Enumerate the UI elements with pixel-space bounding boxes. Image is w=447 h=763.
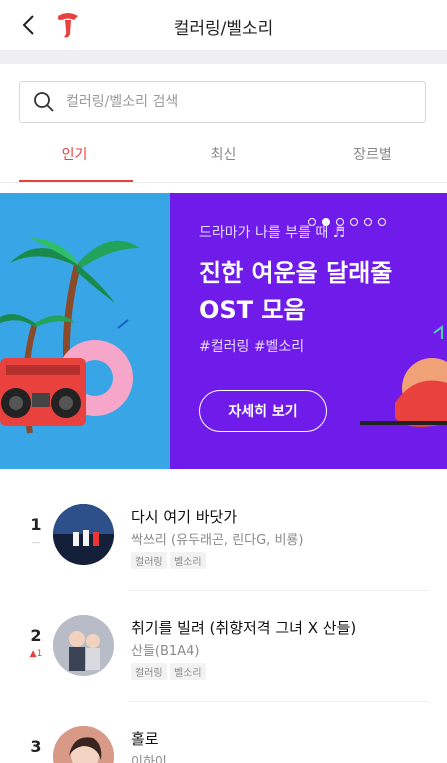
song-artist: 산들(B1A4) <box>131 644 200 659</box>
list-item[interactable]: 1 — 다시 여기 바닷가 싹쓰리 (유두래곤, 린다G, 비룡) 컬러링 벨소… <box>0 480 447 591</box>
banner-headline-line2: OST 모음 <box>199 296 306 324</box>
tag-ringtone[interactable]: 벨소리 <box>170 663 206 680</box>
section-gap <box>0 50 447 64</box>
album-thumbnail[interactable] <box>53 615 114 676</box>
rank-number: 1 <box>30 515 42 534</box>
beach-illustration <box>0 238 140 434</box>
song-artist: 싹쓰리 (유두래곤, 린다G, 비룡) <box>131 533 304 548</box>
rank-change: — <box>31 538 41 548</box>
tab-latest[interactable]: 최신 <box>149 136 298 182</box>
rank-number: 3 <box>30 737 42 756</box>
search-box[interactable] <box>19 81 426 123</box>
banner-illustration <box>0 193 170 469</box>
tab-popular[interactable]: 인기 <box>0 136 149 182</box>
list-item[interactable]: 2 ▲1 취기를 빌려 (취향저격 그녀 X 산들) 산들(B1A4) 컬러링 … <box>0 591 447 702</box>
list-item[interactable]: 3 홀로 이하이 <box>0 702 447 763</box>
search-input[interactable] <box>64 93 408 111</box>
promo-banner[interactable]: 드라마가 나를 부를 때 ♬ 진한 여운을 달래줄 OST 모음 #컬러링 #벨… <box>0 193 447 469</box>
page-title: 컬러링/벨소리 <box>173 19 274 39</box>
song-title: 취기를 빌려 (취향저격 그녀 X 산들) <box>131 619 357 637</box>
carousel-dot[interactable] <box>378 218 386 226</box>
rank-number: 2 <box>30 626 42 645</box>
carousel-dot[interactable] <box>364 218 372 226</box>
banner-detail-button[interactable]: 자세히 보기 <box>199 390 327 432</box>
banner-subtitle: 드라마가 나를 부를 때 ♬ <box>199 225 346 241</box>
song-title: 다시 여기 바닷가 <box>131 508 238 526</box>
album-thumbnail[interactable] <box>53 504 114 565</box>
tag-ringtone[interactable]: 벨소리 <box>170 552 206 569</box>
top-bar: 컬러링/벨소리 <box>0 0 447 50</box>
banner-tags: #컬러링 #벨소리 <box>199 339 305 355</box>
rank-change: ▲1 <box>29 649 43 659</box>
category-tabs: 인기 최신 장르별 <box>0 136 447 183</box>
tabs-divider <box>0 182 447 183</box>
tag-coloring[interactable]: 컬러링 <box>131 663 167 680</box>
song-title: 홀로 <box>131 730 159 748</box>
carousel-dot[interactable] <box>350 218 358 226</box>
tab-genre[interactable]: 장르별 <box>298 136 447 182</box>
album-thumbnail[interactable] <box>53 726 114 763</box>
song-artist: 이하이 <box>131 755 167 763</box>
search-icon <box>34 92 54 112</box>
tag-coloring[interactable]: 컬러링 <box>131 552 167 569</box>
banner-headline-line1: 진한 여운을 달래줄 <box>199 259 393 287</box>
